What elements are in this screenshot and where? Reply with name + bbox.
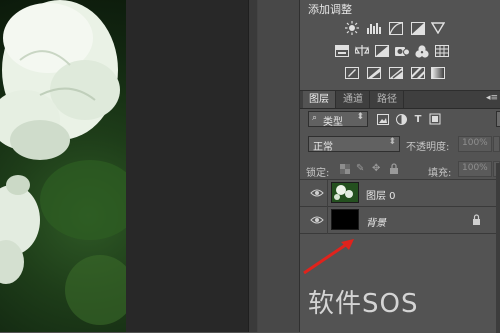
opacity-input[interactable]: 100% [458, 136, 492, 152]
blend-mode-select[interactable]: 正常 ⬍ [308, 136, 400, 153]
exposure-icon[interactable] [410, 21, 426, 35]
layer-thumbnail [331, 182, 359, 203]
layer-filter-select[interactable]: ⌕ 类型 ⬍ [308, 111, 368, 128]
stepper-icon: ⬍ [356, 112, 364, 122]
curves-icon[interactable] [388, 21, 404, 35]
lock-position-icon[interactable]: ✥ [372, 163, 384, 175]
lock-pixels-icon[interactable]: ✎ [356, 163, 368, 175]
brightness-sun-icon[interactable] [344, 21, 360, 35]
vibrance-triangle-icon[interactable] [430, 21, 446, 35]
gradient-map-icon[interactable] [430, 66, 446, 80]
panel-divider[interactable] [248, 0, 258, 332]
stepper-icon: ⬍ [388, 137, 396, 147]
watermark-logo: 软件SOS [308, 283, 418, 320]
fill-input[interactable]: 100% [458, 161, 492, 177]
adjustments-title: 添加调整 [308, 3, 352, 16]
search-icon: ⌕ [312, 113, 318, 123]
layer-thumbnail [331, 209, 359, 230]
tab-paths[interactable]: 路径 [371, 91, 404, 108]
fill-label: 填充: [428, 168, 452, 179]
color-lookup-icon[interactable] [434, 44, 450, 58]
shape-filter-icon[interactable] [428, 112, 442, 126]
black-white-icon[interactable] [374, 44, 390, 58]
lock-transparency-icon[interactable] [340, 164, 352, 176]
row-divider [327, 207, 328, 234]
layer-name[interactable]: 背景 [366, 214, 386, 229]
layer-name[interactable]: 图层 0 [366, 187, 396, 202]
photo-filter-icon[interactable] [394, 44, 410, 58]
channel-mixer-icon[interactable] [414, 44, 430, 58]
lock-all-icon[interactable] [389, 163, 401, 175]
filter-toggle[interactable] [496, 111, 500, 127]
posterize-icon[interactable] [366, 66, 382, 80]
eye-icon[interactable] [310, 215, 324, 225]
color-balance-icon[interactable] [354, 44, 370, 58]
collapsed-panel-strip [258, 0, 300, 332]
tab-layers[interactable]: 图层 [303, 91, 336, 108]
image-filter-icon[interactable] [376, 112, 390, 126]
panel-menu-icon[interactable]: ◂≡ [486, 93, 498, 103]
watermark-text: 软件SOS [308, 289, 419, 319]
lock-icon [472, 214, 481, 228]
eye-icon[interactable] [310, 188, 324, 198]
layer-filter-label: 类型 [323, 117, 343, 128]
threshold-icon[interactable] [388, 66, 404, 80]
panel-tab-bar: 图层 通道 路径 ◂≡ [300, 91, 500, 109]
layer-row-background[interactable]: 背景 [300, 207, 496, 234]
layer-row-layer0[interactable]: 图层 0 [300, 180, 496, 207]
tab-channels[interactable]: 通道 [337, 91, 370, 108]
workspace-background [126, 0, 248, 332]
adjustment-filter-icon[interactable] [394, 112, 408, 126]
lock-label: 锁定: [306, 168, 330, 179]
row-divider [327, 180, 328, 207]
levels-icon[interactable] [366, 21, 382, 35]
selective-color-icon[interactable] [410, 66, 426, 80]
canvas-image [0, 0, 126, 332]
invert-icon[interactable] [344, 66, 360, 80]
type-filter-icon[interactable]: T [411, 112, 425, 126]
opacity-slider-button[interactable] [493, 136, 500, 152]
opacity-label: 不透明度: [406, 142, 450, 153]
hue-saturation-icon[interactable] [334, 44, 350, 58]
blend-mode-value: 正常 [313, 142, 333, 153]
annotation-arrow [303, 239, 354, 275]
adjustments-panel: 添加调整 [300, 0, 500, 90]
fill-value: 100% [462, 163, 488, 173]
opacity-value: 100% [462, 138, 488, 148]
layers-scrollbar[interactable] [496, 163, 500, 333]
